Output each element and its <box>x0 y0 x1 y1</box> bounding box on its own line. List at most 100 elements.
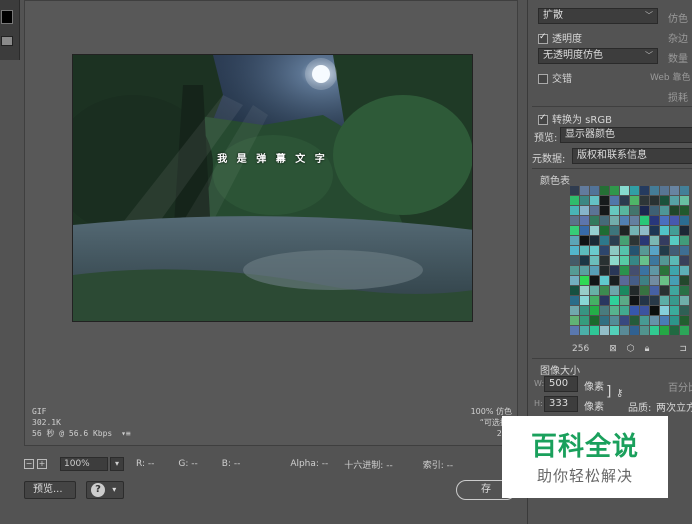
height-input[interactable]: 333 <box>544 396 578 412</box>
color-swatch-cell[interactable] <box>620 246 629 255</box>
color-swatch-cell[interactable] <box>640 216 649 225</box>
color-swatch-cell[interactable] <box>680 226 689 235</box>
color-swatch-cell[interactable] <box>670 276 679 285</box>
color-swatch-cell[interactable] <box>650 266 659 275</box>
color-swatch-cell[interactable] <box>630 256 639 265</box>
color-swatch-cell[interactable] <box>600 286 609 295</box>
color-swatch-cell[interactable] <box>590 236 599 245</box>
color-swatch-cell[interactable] <box>600 196 609 205</box>
color-swatch-cell[interactable] <box>670 226 679 235</box>
color-swatch-cell[interactable] <box>670 206 679 215</box>
color-swatch-cell[interactable] <box>620 216 629 225</box>
metadata-select[interactable]: 版权和联系信息 <box>572 148 692 164</box>
color-swatch-cell[interactable] <box>640 196 649 205</box>
color-swatch-cell[interactable] <box>610 186 619 195</box>
color-swatch-cell[interactable] <box>640 236 649 245</box>
download-menu-icon[interactable]: ▾≡ <box>121 429 131 438</box>
color-swatch-cell[interactable] <box>570 306 579 315</box>
color-swatch-cell[interactable] <box>630 216 639 225</box>
color-table-grid[interactable] <box>570 186 692 342</box>
color-swatch-cell[interactable] <box>640 206 649 215</box>
color-swatch-cell[interactable] <box>630 186 639 195</box>
help-button[interactable]: ? ▾ <box>86 481 124 499</box>
color-swatch-cell[interactable] <box>620 256 629 265</box>
color-swatch-cell[interactable] <box>680 246 689 255</box>
color-swatch-cell[interactable] <box>660 256 669 265</box>
color-swatch-cell[interactable] <box>580 326 589 335</box>
color-swatch-cell[interactable] <box>590 226 599 235</box>
color-swatch-cell[interactable] <box>680 266 689 275</box>
color-swatch-cell[interactable] <box>650 186 659 195</box>
color-swatch-cell[interactable] <box>610 286 619 295</box>
color-swatch-cell[interactable] <box>570 246 579 255</box>
color-swatch-cell[interactable] <box>620 266 629 275</box>
color-swatch-cell[interactable] <box>590 256 599 265</box>
color-swatch-cell[interactable] <box>610 236 619 245</box>
color-swatch-cell[interactable] <box>680 286 689 295</box>
color-swatch-cell[interactable] <box>580 216 589 225</box>
color-swatch-cell[interactable] <box>600 326 609 335</box>
color-swatch[interactable] <box>1 10 13 24</box>
color-swatch-cell[interactable] <box>670 186 679 195</box>
cube-icon[interactable]: ⬡ <box>627 344 635 354</box>
color-swatch-cell[interactable] <box>640 266 649 275</box>
color-swatch-cell[interactable] <box>570 236 579 245</box>
color-swatch-cell[interactable] <box>620 276 629 285</box>
color-swatch-cell[interactable] <box>570 276 579 285</box>
color-swatch-cell[interactable] <box>640 286 649 295</box>
color-swatch-cell[interactable] <box>670 326 679 335</box>
color-swatch-cell[interactable] <box>610 226 619 235</box>
new-color-icon[interactable]: ⊐ <box>679 344 687 354</box>
color-swatch-cell[interactable] <box>610 326 619 335</box>
color-swatch-cell[interactable] <box>610 296 619 305</box>
color-swatch-cell[interactable] <box>660 266 669 275</box>
color-swatch-cell[interactable] <box>670 296 679 305</box>
color-swatch-cell[interactable] <box>570 216 579 225</box>
color-swatch-cell[interactable] <box>630 246 639 255</box>
color-swatch-cell[interactable] <box>610 206 619 215</box>
color-swatch-cell[interactable] <box>630 326 639 335</box>
color-swatch-cell[interactable] <box>570 196 579 205</box>
color-swatch-cell[interactable] <box>660 226 669 235</box>
color-swatch-cell[interactable] <box>660 216 669 225</box>
color-swatch-cell[interactable] <box>630 316 639 325</box>
color-swatch-cell[interactable] <box>680 316 689 325</box>
quality-value[interactable]: 两次立方 <box>656 399 692 414</box>
color-swatch-cell[interactable] <box>570 226 579 235</box>
color-swatch-cell[interactable] <box>600 296 609 305</box>
map-color-icon[interactable]: ⊠ <box>609 344 617 354</box>
color-swatch-cell[interactable] <box>630 286 639 295</box>
color-swatch-cell[interactable] <box>660 186 669 195</box>
color-swatch-cell[interactable] <box>590 296 599 305</box>
color-swatch-cell[interactable] <box>650 296 659 305</box>
color-swatch-cell[interactable] <box>580 246 589 255</box>
color-swatch-cell[interactable] <box>630 206 639 215</box>
color-swatch-cell[interactable] <box>580 286 589 295</box>
color-swatch-cell[interactable] <box>580 266 589 275</box>
zoom-dropdown-chevron-down-icon[interactable]: ▾ <box>110 457 124 471</box>
color-swatch-cell[interactable] <box>600 226 609 235</box>
color-swatch-cell[interactable] <box>680 236 689 245</box>
color-swatch-cell[interactable] <box>570 266 579 275</box>
color-swatch-cell[interactable] <box>640 296 649 305</box>
color-swatch-cell[interactable] <box>630 236 639 245</box>
color-swatch-cell[interactable] <box>640 276 649 285</box>
color-swatch-cell[interactable] <box>580 276 589 285</box>
color-swatch-cell[interactable] <box>640 246 649 255</box>
color-swatch-cell[interactable] <box>570 316 579 325</box>
color-swatch-cell[interactable] <box>630 266 639 275</box>
color-swatch-cell[interactable] <box>580 186 589 195</box>
color-swatch-cell[interactable] <box>640 256 649 265</box>
color-swatch-cell[interactable] <box>670 306 679 315</box>
color-swatch-cell[interactable] <box>610 216 619 225</box>
zoom-in-icon[interactable]: + <box>37 459 47 469</box>
color-swatch-cell[interactable] <box>640 186 649 195</box>
color-swatch-cell[interactable] <box>600 256 609 265</box>
color-swatch-cell[interactable] <box>630 306 639 315</box>
color-swatch-cell[interactable] <box>650 326 659 335</box>
transparency-dither-select[interactable]: 无透明度仿色 ﹀ <box>538 48 658 64</box>
color-swatch-cell[interactable] <box>680 216 689 225</box>
color-swatch-cell[interactable] <box>590 306 599 315</box>
dither-algorithm-select[interactable]: 扩散 ﹀ <box>538 8 658 24</box>
color-swatch-cell[interactable] <box>650 226 659 235</box>
